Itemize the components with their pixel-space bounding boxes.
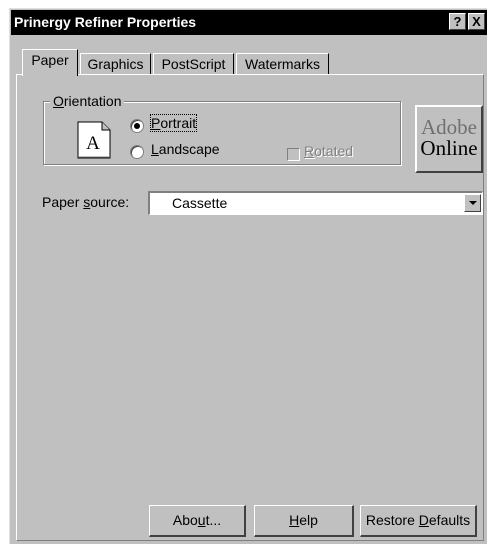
landscape-radio[interactable] [130, 145, 144, 159]
tab-watermarks[interactable]: Watermarks [236, 53, 329, 75]
close-title-button[interactable]: X [468, 13, 485, 30]
portrait-label[interactable]: Portrait [149, 114, 198, 132]
paper-source-value: Cassette [172, 195, 228, 211]
tab-postscript-label: PostScript [161, 56, 226, 72]
landscape-label[interactable]: Landscape [151, 141, 220, 157]
help-button[interactable]: Help [254, 505, 354, 537]
adobe-online-button[interactable]: Adobe Online [415, 105, 483, 173]
tab-graphics-label: Graphics [87, 56, 144, 72]
rotated-label: Rotated [304, 143, 354, 159]
paper-source-label: Paper source: [42, 194, 130, 210]
properties-dialog: Prinergy Refiner Properties ? X Paper Gr… [9, 8, 487, 544]
tab-paper-label: Paper [31, 52, 69, 68]
document-preview-letter: A [86, 133, 100, 154]
portrait-radio[interactable] [130, 119, 144, 133]
restore-defaults-button[interactable]: Restore Defaults [360, 505, 477, 537]
window-title: Prinergy Refiner Properties [14, 14, 197, 30]
chevron-down-icon[interactable] [464, 194, 481, 212]
orientation-group-label: Orientation [50, 93, 125, 109]
paper-source-select[interactable]: Cassette [148, 191, 483, 215]
tab-paper[interactable]: Paper [22, 49, 78, 76]
about-button[interactable]: About... [149, 505, 246, 537]
document-portrait-icon: A [77, 121, 111, 159]
adobe-online-line1: Adobe [421, 115, 477, 139]
adobe-online-line2: Online [420, 136, 478, 160]
radio-selected-dot [134, 123, 140, 129]
rotated-checkbox[interactable] [287, 148, 300, 161]
help-title-button[interactable]: ? [449, 13, 466, 30]
tab-watermarks-label: Watermarks [245, 56, 320, 72]
title-bar: Prinergy Refiner Properties ? X [11, 10, 487, 35]
tab-graphics[interactable]: Graphics [80, 53, 151, 75]
tab-postscript[interactable]: PostScript [153, 53, 234, 75]
